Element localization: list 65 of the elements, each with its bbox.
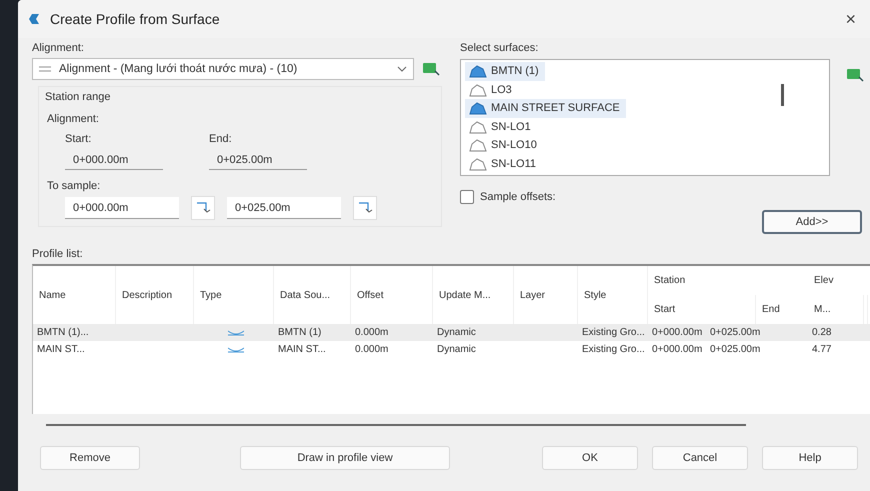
table-cell-text: Existing Gro... (581, 343, 646, 357)
profile-type-icon (228, 328, 244, 336)
profile-type-icon (228, 346, 244, 354)
end-value: 0+025.00m (209, 151, 307, 170)
table-cell-text: 0+025.00m (709, 343, 762, 357)
pick-icon (422, 61, 440, 77)
surface-icon (469, 156, 487, 171)
scrollbar-thumb[interactable] (781, 84, 784, 106)
add-button[interactable]: Add>> (762, 210, 862, 234)
pick-end-button[interactable] (353, 196, 377, 220)
pick-icon (846, 67, 864, 83)
table-cell-text: 0.28 (811, 326, 832, 340)
start-label: Start: (65, 133, 92, 145)
close-button[interactable]: × (841, 8, 860, 30)
table-cell-text: MAIN ST... (36, 343, 86, 357)
surface-icon (469, 101, 487, 116)
surface-item[interactable]: SN-LO10 (465, 136, 543, 154)
table-row[interactable]: BMTN (1)... BMTN (1) 0.000m Dynamic Existing Gro... 0+000.00m 0+025.00m 0.28 (33, 324, 870, 341)
table-cell-text: Dynamic (436, 326, 477, 340)
surface-icon (469, 64, 487, 78)
table-cell-text: BMTN (1)... (36, 326, 90, 340)
remove-button[interactable]: Remove (40, 446, 140, 470)
table-cell-text: MAIN ST... (277, 343, 327, 357)
sample-start-field[interactable]: 0+000.00m (65, 197, 179, 219)
column-header[interactable]: Elev (808, 266, 868, 295)
profile-list-label: Profile list: (32, 248, 84, 260)
surface-item[interactable]: SN-LO11 (465, 154, 542, 173)
alignment-range-label: Alignment: (47, 113, 100, 125)
surface-item[interactable]: SN-LO1 (465, 118, 537, 136)
help-button[interactable]: Help (762, 446, 858, 470)
horizontal-scrollbar[interactable] (46, 424, 746, 426)
alignment-label: Alignment: (32, 42, 85, 54)
table-cell-text: 0+000.00m (651, 326, 704, 340)
pick-start-button[interactable] (191, 196, 215, 220)
cancel-button[interactable]: Cancel (652, 446, 748, 470)
table-cell-text: Existing Gro... (581, 326, 646, 340)
ok-button[interactable]: OK (542, 446, 638, 470)
sample-offsets-label: Sample offsets: (480, 191, 556, 203)
station-range-title: Station range (45, 91, 112, 103)
caret-icon (397, 66, 407, 72)
app-logo-icon (28, 12, 40, 26)
column-header[interactable]: Station (648, 266, 808, 295)
sample-end-field[interactable]: 0+025.00m (227, 197, 341, 219)
to-sample-label: To sample: (47, 180, 102, 192)
window-title: Create Profile from Surface (50, 11, 221, 27)
end-label: End: (209, 133, 233, 145)
surface-icon (469, 138, 487, 152)
select-surfaces-label: Select surfaces: (460, 42, 540, 54)
surface-item[interactable]: LO3 (465, 80, 518, 99)
start-value: 0+000.00m (65, 151, 163, 170)
alignment-icon (39, 65, 53, 73)
table-cell-text: 0+000.00m (651, 343, 704, 357)
alignment-dropdown[interactable]: Alignment - (Mang lưới thoát nước mưa) - (10) (32, 58, 414, 80)
table-cell-text: 0.000m (354, 326, 390, 340)
table-cell-text: 0.000m (354, 343, 390, 357)
surface-item[interactable]: MAIN STREET SURFACE (465, 99, 626, 118)
table-cell-text: 4.77 (811, 343, 832, 357)
surface-icon (469, 82, 487, 97)
table-cell-text: Dynamic (436, 343, 477, 357)
surface-icon (469, 120, 487, 134)
draw-profile-button[interactable]: Draw in profile view (240, 446, 450, 470)
surface-item[interactable]: BMTN (1) (465, 62, 545, 80)
table-cell-text: BMTN (1) (277, 326, 322, 340)
table-cell-text: 0+025.00m (709, 326, 762, 340)
sample-offsets-checkbox[interactable] (460, 190, 474, 204)
